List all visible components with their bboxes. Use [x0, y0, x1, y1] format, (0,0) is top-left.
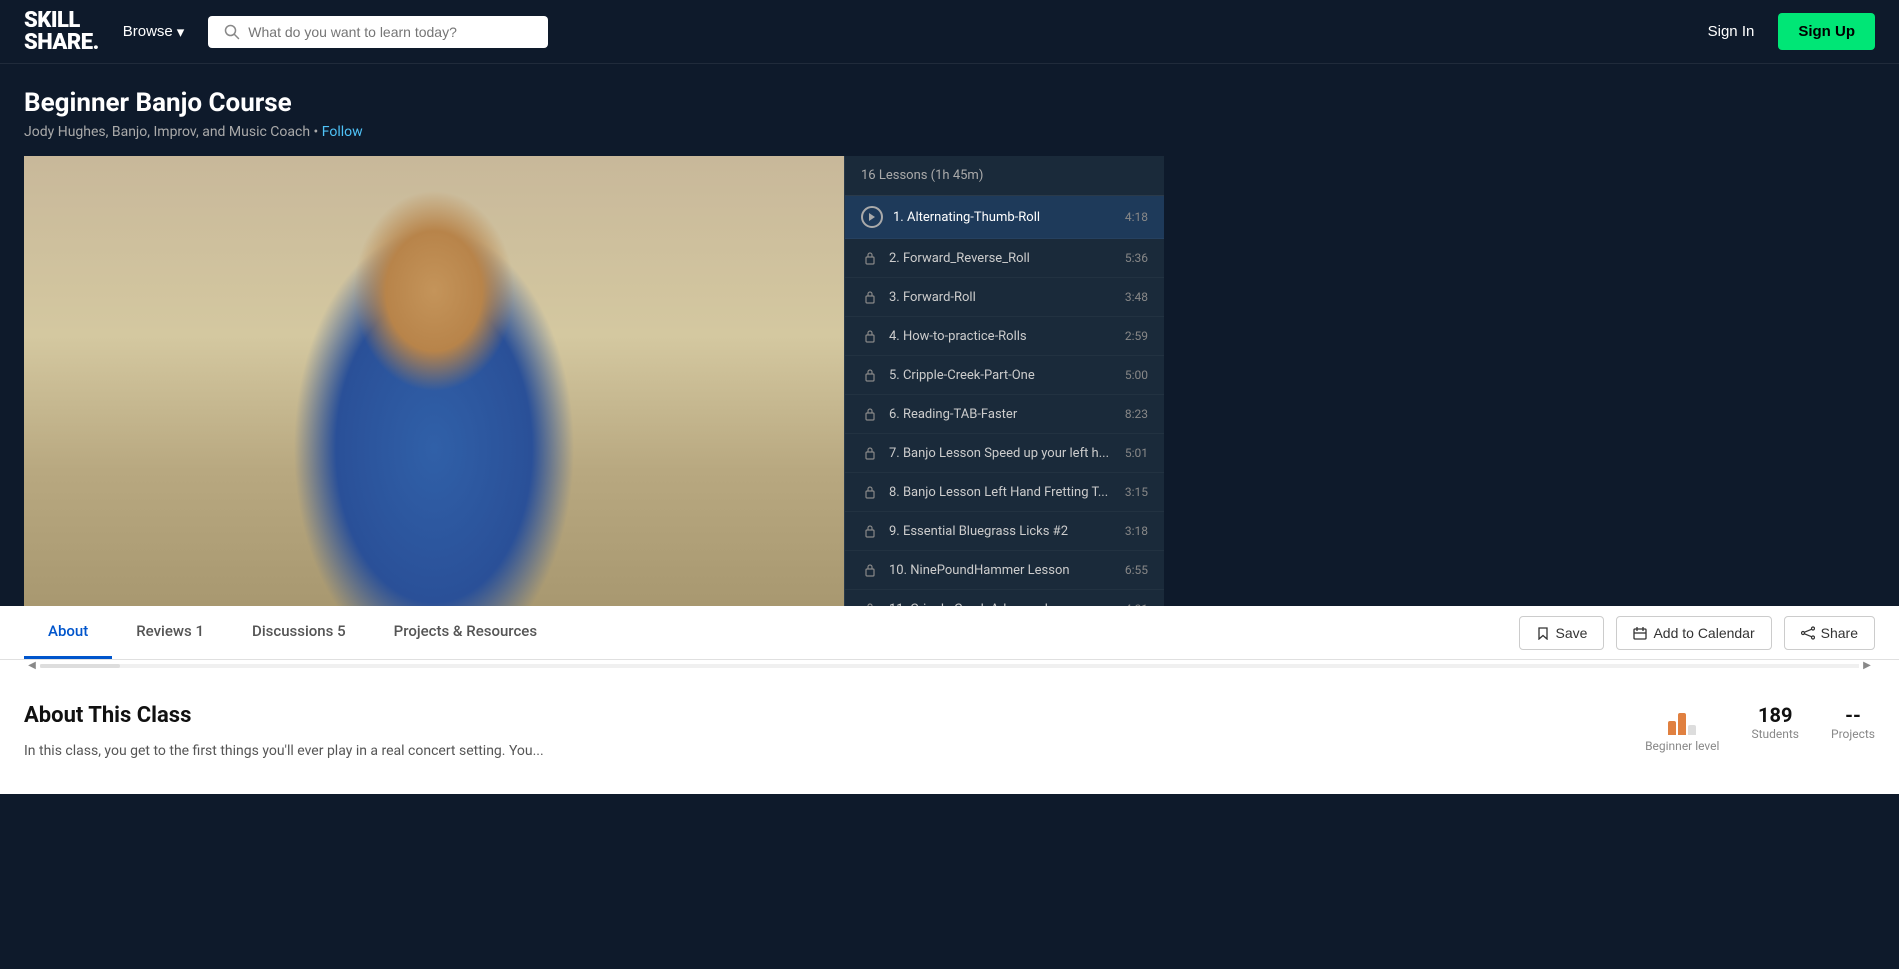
stat-projects-label: Projects: [1831, 727, 1875, 741]
navbar: SKILL SHARE. Browse ▾ Sign In Sign Up: [0, 0, 1899, 64]
lesson-item[interactable]: 4. How-to-practice-Rolls 2:59: [845, 317, 1164, 356]
lesson-duration: 5:01: [1125, 446, 1148, 460]
lesson-item[interactable]: 9. Essential Bluegrass Licks #2 3:18: [845, 512, 1164, 551]
lesson-duration: 4:18: [1125, 210, 1148, 224]
tab-actions: Save Add to Calendar: [1519, 616, 1875, 650]
lock-icon: [861, 249, 879, 267]
sign-in-button[interactable]: Sign In: [1708, 23, 1755, 40]
tab-projects-resources[interactable]: Projects & Resources: [370, 606, 561, 659]
lesson-item[interactable]: 6. Reading-TAB-Faster 8:23: [845, 395, 1164, 434]
about-text-area: About This Class In this class, you get …: [24, 703, 1605, 762]
tab-discussions[interactable]: Discussions 5: [228, 606, 370, 659]
logo-text: SKILL SHARE.: [24, 10, 99, 54]
lock-icon: [861, 405, 879, 423]
share-button[interactable]: Share: [1784, 616, 1875, 650]
sign-up-button[interactable]: Sign Up: [1778, 13, 1875, 50]
lesson-duration: 6:55: [1125, 563, 1148, 577]
about-section: About This Class In this class, you get …: [0, 671, 1899, 794]
tab-about[interactable]: About: [24, 606, 112, 659]
lock-icon: [861, 366, 879, 384]
lesson-duration: 3:48: [1125, 290, 1148, 304]
lesson-name: 2. Forward_Reverse_Roll: [889, 251, 1115, 266]
course-author: Jody Hughes, Banjo, Improv, and Music Co…: [24, 124, 1875, 140]
tabs-bar: About Reviews 1 Discussions 5 Projects &…: [0, 606, 1899, 660]
chart-bar-2: [1678, 713, 1686, 735]
lesson-item[interactable]: 3. Forward-Roll 3:48: [845, 278, 1164, 317]
stat-beginner-level: Beginner level: [1645, 703, 1719, 753]
main-area: 16 Lessons (1h 45m) 1. Alternating-Thumb…: [24, 156, 1875, 606]
lesson-item[interactable]: 2. Forward_Reverse_Roll 5:36: [845, 239, 1164, 278]
lesson-name: 1. Alternating-Thumb-Roll: [893, 210, 1115, 225]
stat-projects-number: --: [1831, 703, 1875, 727]
stat-students: 189 Students: [1751, 703, 1799, 741]
browse-button[interactable]: Browse ▾: [123, 23, 185, 41]
lesson-list-container: 16 Lessons (1h 45m) 1. Alternating-Thumb…: [844, 156, 1164, 606]
lesson-name: 3. Forward-Roll: [889, 290, 1115, 305]
lesson-duration: 5:36: [1125, 251, 1148, 265]
about-title: About This Class: [24, 703, 1605, 728]
save-button[interactable]: Save: [1519, 616, 1605, 650]
lesson-name: 8. Banjo Lesson Left Hand Fretting T...: [889, 485, 1115, 500]
chevron-down-icon: ▾: [177, 23, 185, 41]
tab-reviews[interactable]: Reviews 1: [112, 606, 228, 659]
lock-icon: [861, 561, 879, 579]
share-icon: [1801, 626, 1815, 640]
lesson-item[interactable]: 5. Cripple-Creek-Part-One 5:00: [845, 356, 1164, 395]
video-thumbnail: [24, 156, 844, 606]
page-content: Beginner Banjo Course Jody Hughes, Banjo…: [0, 64, 1899, 606]
lock-icon: [861, 444, 879, 462]
video-player[interactable]: [24, 156, 844, 606]
lesson-name: 7. Banjo Lesson Speed up your left h...: [889, 446, 1115, 461]
tabs-area: About Reviews 1 Discussions 5 Projects &…: [0, 606, 1899, 794]
stat-students-label: Students: [1751, 727, 1799, 741]
play-icon: [861, 206, 883, 228]
lesson-duration: 5:00: [1125, 368, 1148, 382]
bookmark-icon: [1536, 626, 1550, 640]
lesson-item[interactable]: 10. NinePoundHammer Lesson 6:55: [845, 551, 1164, 590]
lesson-name: 10. NinePoundHammer Lesson: [889, 563, 1115, 578]
course-title: Beginner Banjo Course: [24, 88, 1875, 118]
scroll-left-arrow[interactable]: ◀: [24, 660, 40, 671]
search-input[interactable]: [248, 24, 532, 40]
scroll-right-arrow[interactable]: ▶: [1859, 660, 1875, 671]
tabs-scroll-bar: ◀ ▶: [0, 660, 1899, 671]
lesson-duration: 8:23: [1125, 407, 1148, 421]
chart-bar-1: [1668, 721, 1676, 735]
lock-icon: [861, 483, 879, 501]
lock-icon: [861, 600, 879, 606]
search-icon: [224, 24, 240, 40]
lesson-name: 11. Cripple Creek Advanced...: [889, 602, 1115, 607]
logo[interactable]: SKILL SHARE.: [24, 10, 99, 54]
chart-bar-3: [1688, 725, 1696, 735]
stat-level-label: Beginner level: [1645, 739, 1719, 753]
lesson-item[interactable]: 1. Alternating-Thumb-Roll 4:18: [845, 196, 1164, 239]
add-to-calendar-button[interactable]: Add to Calendar: [1616, 616, 1771, 650]
stats-area: Beginner level 189 Students -- Projects: [1645, 703, 1875, 762]
lesson-item[interactable]: 11. Cripple Creek Advanced... 4:01: [845, 590, 1164, 606]
lock-icon: [861, 288, 879, 306]
lesson-name: 9. Essential Bluegrass Licks #2: [889, 524, 1115, 539]
lesson-duration: 2:59: [1125, 329, 1148, 343]
lock-icon: [861, 522, 879, 540]
stat-projects: -- Projects: [1831, 703, 1875, 741]
lesson-list-header: 16 Lessons (1h 45m): [845, 156, 1164, 196]
stat-students-number: 189: [1751, 703, 1799, 727]
lesson-name: 4. How-to-practice-Rolls: [889, 329, 1115, 344]
lesson-duration: 4:01: [1125, 602, 1148, 606]
search-bar: [208, 16, 548, 48]
calendar-icon: [1633, 626, 1647, 640]
follow-link[interactable]: Follow: [322, 124, 363, 140]
lesson-name: 6. Reading-TAB-Faster: [889, 407, 1115, 422]
lesson-list-scroll[interactable]: 1. Alternating-Thumb-Roll 4:18 2. Forward_…: [845, 196, 1164, 606]
about-description: In this class, you get to the first thin…: [24, 740, 1605, 762]
lesson-duration: 3:18: [1125, 524, 1148, 538]
lock-icon: [861, 327, 879, 345]
lesson-item[interactable]: 7. Banjo Lesson Speed up your left h... 5…: [845, 434, 1164, 473]
lesson-name: 5. Cripple-Creek-Part-One: [889, 368, 1115, 383]
video-person-overlay: [24, 156, 844, 606]
level-chart: [1645, 703, 1719, 735]
lesson-item[interactable]: 8. Banjo Lesson Left Hand Fretting T... 3…: [845, 473, 1164, 512]
lesson-duration: 3:15: [1125, 485, 1148, 499]
